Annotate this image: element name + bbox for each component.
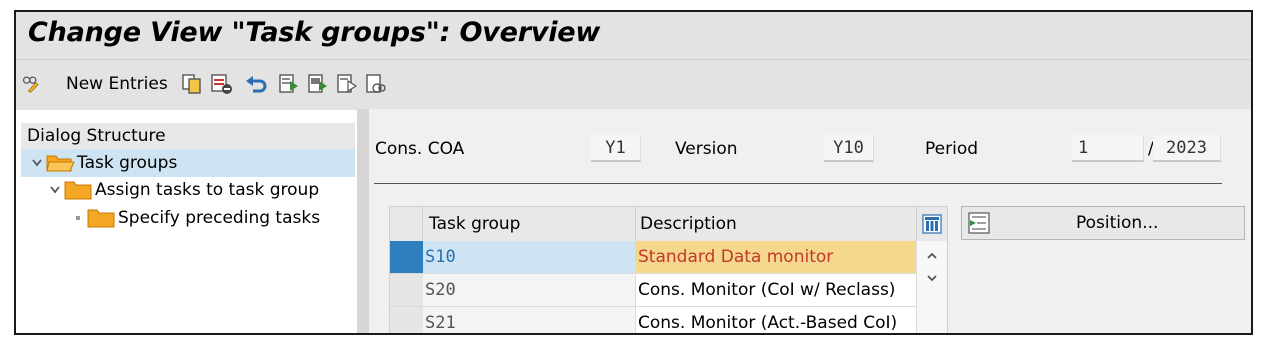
tree-node-label: Assign tasks to task group (95, 180, 320, 200)
undo-icon[interactable] (244, 72, 268, 96)
position-button[interactable]: Position... (961, 206, 1245, 240)
dialog-structure-panel: Dialog Structure Task groups Assign task… (16, 119, 357, 333)
folder-icon (64, 181, 92, 200)
chevron-down-icon[interactable] (49, 184, 61, 196)
vertical-scrollbar[interactable] (917, 241, 947, 333)
version-label: Version (675, 139, 738, 159)
table-row[interactable]: S10 Standard Data monitor (390, 241, 947, 274)
tree-node-assign-tasks[interactable]: Assign tasks to task group (49, 177, 319, 203)
overview-panel: Cons. COA Y1 Version Y10 Period 1 / 2023… (369, 109, 1251, 333)
year-field[interactable]: 2023 (1153, 135, 1221, 162)
row-selector-header[interactable] (390, 207, 423, 241)
panel-splitter[interactable] (357, 109, 369, 333)
tree-node-task-groups[interactable]: Task groups (31, 150, 177, 176)
open-folder-icon (46, 155, 75, 172)
title-bar: Change View "Task groups": Overview (16, 12, 1251, 59)
cell-task-group[interactable]: S20 (423, 274, 636, 307)
table-row[interactable]: S20 Cons. Monitor (CoI w/ Reclass) (390, 274, 947, 307)
select-block-icon[interactable] (307, 72, 329, 96)
version-field[interactable]: Y10 (824, 135, 874, 162)
chevron-down-icon[interactable] (31, 157, 43, 169)
cons-coa-label: Cons. COA (375, 139, 465, 159)
row-selector[interactable] (390, 274, 423, 307)
cell-description[interactable]: Cons. Monitor (CoI w/ Reclass) (636, 274, 917, 307)
cell-task-group[interactable]: S10 (423, 241, 636, 274)
select-all-icon[interactable] (278, 72, 300, 96)
folder-icon (87, 209, 115, 228)
new-entries-button[interactable]: New Entries (66, 72, 168, 96)
dialog-structure-title: Dialog Structure (27, 126, 166, 146)
column-settings-icon[interactable] (917, 207, 947, 241)
sap-window: Change View "Task groups": Overview New … (14, 10, 1253, 335)
dialog-structure-header: Dialog Structure (21, 123, 355, 150)
delete-icon[interactable] (210, 72, 234, 96)
scroll-up-icon[interactable] (926, 251, 938, 261)
table-row[interactable]: S21 Cons. Monitor (Act.-Based CoI) (390, 307, 947, 333)
position-icon (968, 212, 990, 234)
cell-description[interactable]: Cons. Monitor (Act.-Based CoI) (636, 307, 917, 333)
copy-icon[interactable] (181, 72, 203, 96)
row-selector[interactable] (390, 307, 423, 333)
column-header-task-group[interactable]: Task group (423, 207, 636, 241)
tree-node-label: Task groups (77, 153, 178, 173)
tree-node-label: Specify preceding tasks (118, 208, 321, 228)
scroll-down-icon[interactable] (926, 273, 938, 283)
cell-description[interactable]: Standard Data monitor (636, 241, 917, 274)
display-change-icon[interactable] (22, 72, 42, 96)
page-title: Change View "Task groups": Overview (28, 17, 601, 48)
position-button-label: Position... (1076, 213, 1159, 233)
period-field[interactable]: 1 (1072, 135, 1144, 162)
application-toolbar: New Entries (16, 59, 1251, 110)
row-selector[interactable] (390, 241, 423, 274)
period-label: Period (925, 139, 979, 159)
task-groups-table: Task group Description S10 Standard Data… (389, 206, 948, 333)
column-header-description[interactable]: Description (636, 207, 917, 241)
cons-coa-field[interactable]: Y1 (591, 135, 641, 162)
tree-node-preceding-tasks[interactable]: Specify preceding tasks (72, 205, 320, 231)
configure-icon[interactable] (365, 72, 387, 96)
deselect-all-icon[interactable] (336, 72, 358, 96)
bullet-icon (76, 216, 80, 220)
header-divider (374, 183, 1222, 184)
cell-task-group[interactable]: S21 (423, 307, 636, 333)
